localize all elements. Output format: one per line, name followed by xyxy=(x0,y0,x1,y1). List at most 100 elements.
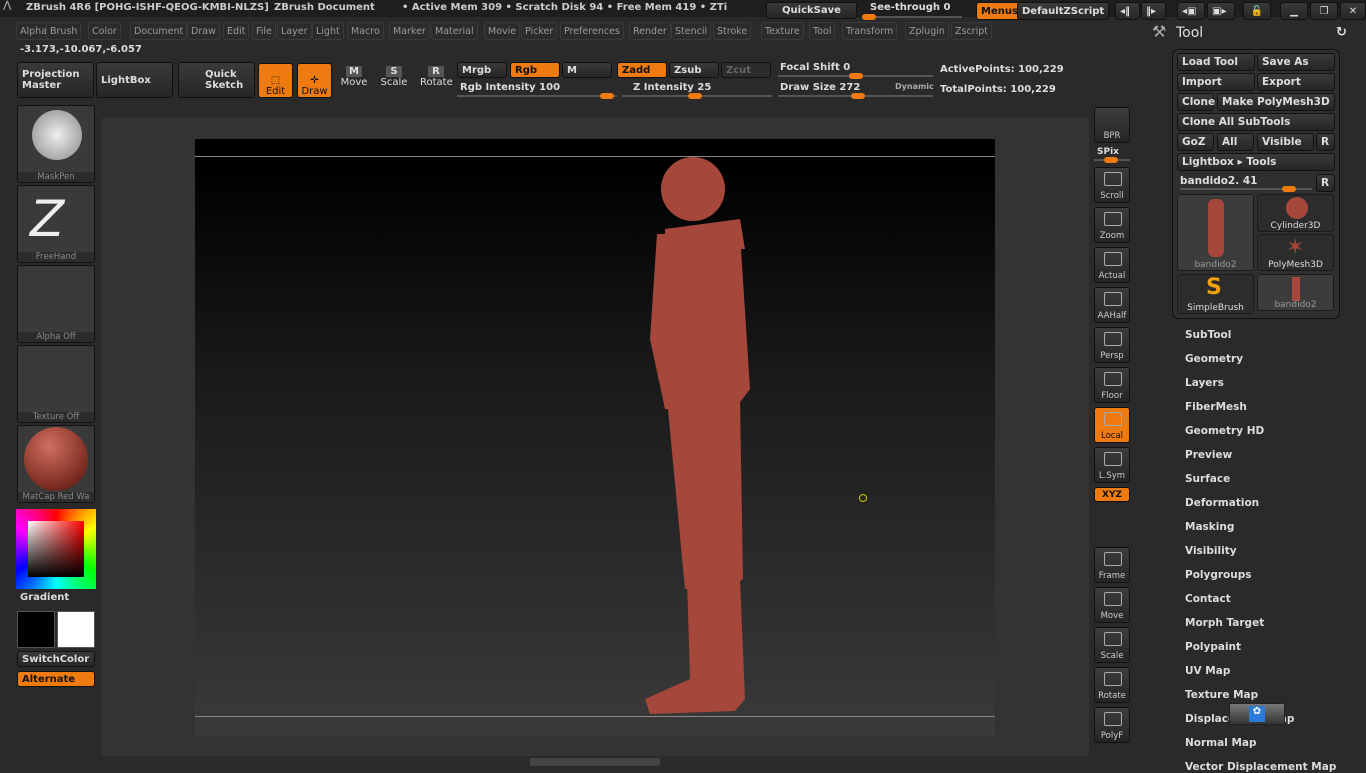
move-button[interactable]: M Move xyxy=(340,66,368,88)
menus-button[interactable]: Menus xyxy=(976,2,1023,20)
section-layers[interactable]: Layers xyxy=(1185,377,1224,389)
layout-prev-icon[interactable]: ◂‖ xyxy=(1115,2,1140,20)
goz-button[interactable]: GoZ xyxy=(1177,133,1214,151)
section-polypaint[interactable]: Polypaint xyxy=(1185,641,1241,653)
rotate-button[interactable]: Rotate xyxy=(1094,667,1130,703)
section-geometry-hd[interactable]: Geometry HD xyxy=(1185,425,1264,437)
character-model[interactable] xyxy=(195,139,995,736)
lightbox-tools-button[interactable]: Lightbox ▸ Tools xyxy=(1177,153,1335,171)
menu-texture[interactable]: Texture xyxy=(761,22,804,40)
section-geometry[interactable]: Geometry xyxy=(1185,353,1243,365)
polyf-button[interactable]: PolyF xyxy=(1094,707,1130,743)
scroll-button[interactable]: Scroll xyxy=(1094,167,1130,203)
floating-widget[interactable]: ✿ xyxy=(1229,703,1285,725)
menu-tool[interactable]: Tool xyxy=(809,22,836,40)
spix-button[interactable]: SPix xyxy=(1097,147,1119,157)
menu-stencil[interactable]: Stencil xyxy=(671,22,712,40)
zsub-button[interactable]: Zsub xyxy=(669,62,719,78)
lock-icon[interactable]: 🔓 xyxy=(1243,2,1271,20)
current-tool-slider[interactable]: bandido2. 41 xyxy=(1180,175,1257,187)
rgb-button[interactable]: Rgb xyxy=(510,62,560,78)
menu-marker[interactable]: Marker xyxy=(389,22,430,40)
draw-button[interactable]: ✛ Draw xyxy=(297,63,332,98)
focal-shift-slider[interactable]: Focal Shift 0 xyxy=(780,62,850,73)
scale-button[interactable]: Scale xyxy=(1094,627,1130,663)
tool-thumb-simplebrush[interactable]: S SimpleBrush xyxy=(1177,274,1254,314)
quicksave-button[interactable]: QuickSave xyxy=(766,2,857,19)
menu-movie[interactable]: Movie xyxy=(484,22,521,40)
bpr-button[interactable]: BPR xyxy=(1094,107,1130,143)
load-tool-button[interactable]: Load Tool xyxy=(1177,53,1255,71)
menu-file[interactable]: File xyxy=(252,22,276,40)
actual-button[interactable]: Actual xyxy=(1094,247,1130,283)
menu-draw[interactable]: Draw xyxy=(187,22,220,40)
frame-button[interactable]: Frame xyxy=(1094,547,1130,583)
menu-brush[interactable]: Brush xyxy=(46,22,82,40)
tool-thumb-cylinder3d[interactable]: Cylinder3D xyxy=(1257,194,1334,232)
zcut-button[interactable]: Zcut xyxy=(721,62,771,78)
restore-icon[interactable]: ❐ xyxy=(1310,2,1338,20)
zadd-button[interactable]: Zadd xyxy=(617,62,667,78)
lightbox-button[interactable]: LightBox xyxy=(96,62,173,98)
visible-button[interactable]: Visible xyxy=(1257,133,1314,151)
alpha-selector[interactable]: Alpha Off xyxy=(17,265,95,343)
texture-selector[interactable]: Texture Off xyxy=(17,345,95,423)
close-icon[interactable]: ✕ xyxy=(1340,2,1366,20)
section-normal-map[interactable]: Normal Map xyxy=(1185,737,1257,749)
tool-thumb-polymesh3d[interactable]: ✶ PolyMesh3D xyxy=(1257,234,1334,271)
export-button[interactable]: Export xyxy=(1257,73,1335,91)
goz-r-button[interactable]: R xyxy=(1316,133,1335,151)
menu-zscript[interactable]: Zscript xyxy=(951,22,992,40)
rgb-intensity-slider[interactable]: Rgb Intensity 100 xyxy=(460,82,560,93)
persp-button[interactable]: Persp xyxy=(1094,327,1130,363)
minimize-icon[interactable]: ▁ xyxy=(1280,2,1308,20)
move-button[interactable]: Move xyxy=(1094,587,1130,623)
import-button[interactable]: Import xyxy=(1177,73,1255,91)
menu-render[interactable]: Render xyxy=(629,22,671,40)
bottom-scroll-handle[interactable] xyxy=(530,758,660,766)
section-uv-map[interactable]: UV Map xyxy=(1185,665,1230,677)
tool-thumb-bandido2[interactable]: bandido2 xyxy=(1257,274,1334,311)
section-polygroups[interactable]: Polygroups xyxy=(1185,569,1252,581)
z-intensity-slider[interactable]: Z Intensity 25 xyxy=(633,82,711,93)
menu-zplugin[interactable]: Zplugin xyxy=(905,22,949,40)
scale-button[interactable]: S Scale xyxy=(380,66,408,88)
color-picker[interactable] xyxy=(16,509,96,589)
stroke-selector[interactable]: Z FreeHand xyxy=(17,185,95,263)
all-button[interactable]: All xyxy=(1217,133,1254,151)
section-vector-displacement-map[interactable]: Vector Displacement Map xyxy=(1185,761,1336,773)
ui-swap-right-icon[interactable]: ▣▸ xyxy=(1207,2,1235,20)
section-surface[interactable]: Surface xyxy=(1185,473,1230,485)
section-visibility[interactable]: Visibility xyxy=(1185,545,1237,557)
section-masking[interactable]: Masking xyxy=(1185,521,1234,533)
rotate-button[interactable]: R Rotate xyxy=(420,66,453,88)
projection-master-button[interactable]: Projection Master xyxy=(17,62,94,98)
clone-button[interactable]: Clone xyxy=(1177,93,1215,111)
default-zscript-button[interactable]: DefaultZScript xyxy=(1017,2,1110,20)
lsym-button[interactable]: L.Sym xyxy=(1094,447,1130,483)
clone-all-subtools-button[interactable]: Clone All SubTools xyxy=(1177,113,1335,131)
reset-icon[interactable]: ↻ xyxy=(1336,25,1347,40)
m-button[interactable]: M xyxy=(562,62,612,78)
layout-next-icon[interactable]: ‖▸ xyxy=(1141,2,1166,20)
brush-selector[interactable]: MaskPen xyxy=(17,105,95,183)
tool-thumb-bandido2[interactable]: bandido2 xyxy=(1177,194,1254,271)
see-through-slider[interactable]: See-through 0 xyxy=(870,2,950,13)
material-selector[interactable]: MatCap Red Wa xyxy=(17,425,95,503)
section-deformation[interactable]: Deformation xyxy=(1185,497,1259,509)
dynamic-toggle[interactable]: Dynamic xyxy=(895,82,934,91)
make-polymesh-button[interactable]: Make PolyMesh3D xyxy=(1217,93,1335,111)
xyz-button[interactable]: XYZ xyxy=(1094,487,1130,502)
edit-button[interactable]: ⬚ Edit xyxy=(258,63,293,98)
alternate-button[interactable]: Alternate xyxy=(17,671,95,687)
menu-preferences[interactable]: Preferences xyxy=(560,22,624,40)
mrgb-button[interactable]: Mrgb xyxy=(457,62,507,78)
quick-sketch-button[interactable]: Quick Sketch xyxy=(178,62,255,98)
switch-color-button[interactable]: SwitchColor xyxy=(17,651,95,667)
section-texture-map[interactable]: Texture Map xyxy=(1185,689,1258,701)
menu-material[interactable]: Material xyxy=(431,22,478,40)
menu-light[interactable]: Light xyxy=(312,22,344,40)
section-morph-target[interactable]: Morph Target xyxy=(1185,617,1264,629)
zoom-button[interactable]: Zoom xyxy=(1094,207,1130,243)
local-button[interactable]: Local xyxy=(1094,407,1130,443)
